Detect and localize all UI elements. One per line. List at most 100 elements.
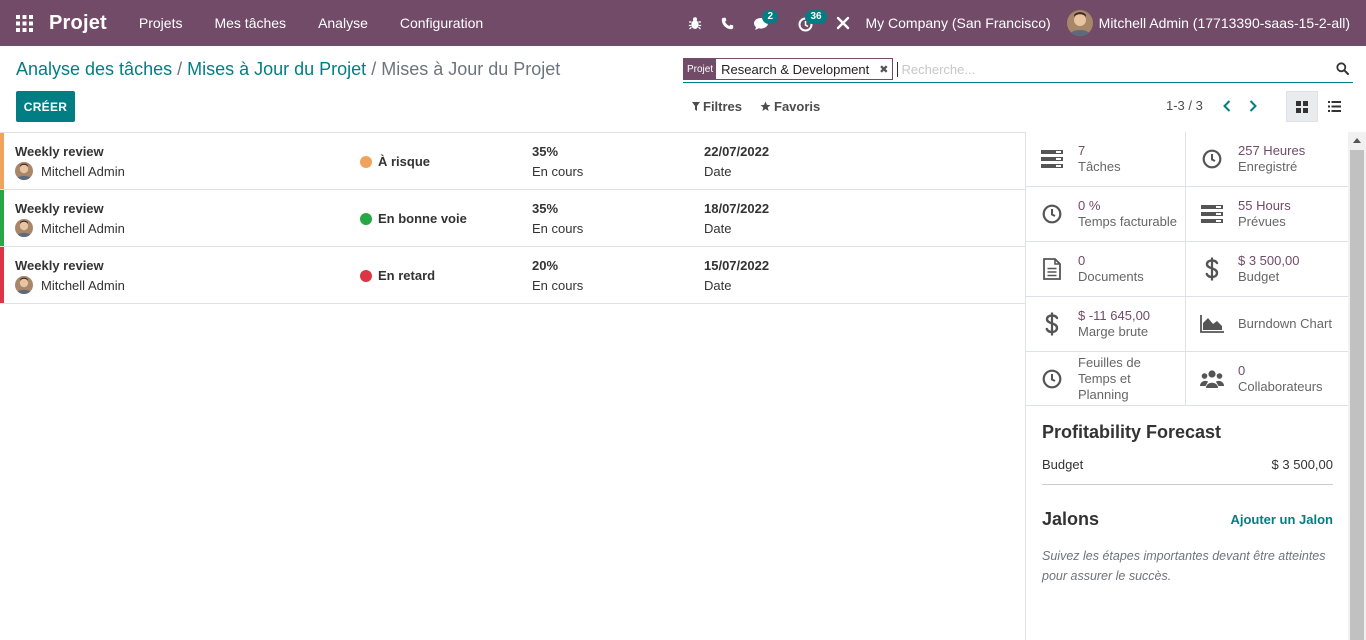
status-label: En bonne voie [378,211,467,226]
breadcrumb: Analyse des tâches / Mises à Jour du Pro… [16,59,560,80]
forecast-budget-label: Budget [1042,457,1084,472]
menu-my-tasks[interactable]: Mes tâches [198,0,302,46]
filters-toggle[interactable]: Filtres [692,99,742,114]
update-status: À risque [360,154,430,169]
breadcrumb-project-updates[interactable]: Mises à Jour du Projet [187,59,366,80]
progress-value: 20% [532,258,559,273]
search-input[interactable] [897,61,1338,77]
profitability-forecast: Profitability Forecast Budget $ 3 500,00 [1026,406,1348,485]
pager-value[interactable]: 1-3 / 3 [1166,98,1203,113]
tasks-icon [1026,150,1078,168]
update-status: En retard [360,268,435,283]
pager-next-icon[interactable] [1249,99,1257,112]
update-row[interactable]: Weekly review Mitchell Admin En bonne vo… [0,190,1025,247]
avatar [15,276,33,294]
progress-label: En cours [532,164,584,179]
forecast-budget-row: Budget $ 3 500,00 [1042,457,1333,485]
tools-icon[interactable] [833,0,853,46]
milestones-section: Jalons Ajouter un Jalon Suivez les étape… [1026,485,1348,586]
favorites-toggle[interactable]: Favoris [760,99,820,114]
update-owner: Mitchell Admin [15,162,125,180]
view-switcher [1286,91,1350,122]
create-button[interactable]: CRÉER [16,91,75,122]
stat-documents[interactable]: 0 Documents [1026,242,1186,297]
stat-recorded-hours[interactable]: 257 Heures Enregistré [1186,132,1348,187]
breadcrumb-task-analysis[interactable]: Analyse des tâches [16,59,172,80]
stat-label: Prévues [1238,214,1286,229]
update-progress: 35% En cours [532,201,583,236]
date-label: Date [704,278,732,293]
search-facet: Projet Research & Development ✖ [683,58,894,80]
company-switcher[interactable]: My Company (San Francisco) [853,15,1066,31]
stat-timesheets-planning[interactable]: Feuilles de Temps et Planning [1026,352,1186,406]
clock-icon [1026,204,1078,224]
update-owner: Mitchell Admin [15,219,125,237]
menu-analysis[interactable]: Analyse [302,0,384,46]
user-menu[interactable]: Mitchell Admin (17713390-saas-15-2-all) [1066,10,1366,36]
clock-icon [1026,369,1078,389]
stat-burndown-chart[interactable]: Burndown Chart [1186,297,1348,352]
top-navbar: Projet Projets Mes tâches Analyse Config… [0,0,1366,46]
filter-icon [692,102,700,111]
menu-projects[interactable]: Projets [123,0,199,46]
owner-name: Mitchell Admin [41,220,125,236]
update-owner: Mitchell Admin [15,276,125,294]
star-icon [760,101,771,111]
stat-label: Feuilles de Temps et Planning [1078,354,1141,402]
apps-menu-icon[interactable] [0,0,48,46]
status-dot [360,155,372,168]
forecast-budget-value: $ 3 500,00 [1271,457,1333,472]
stat-tasks[interactable]: 7 Tâches [1026,132,1186,187]
update-row[interactable]: Weekly review Mitchell Admin En retard 2… [0,247,1025,304]
status-dot [360,212,372,225]
clock-icon [1186,149,1238,169]
stat-label: Marge brute [1078,324,1149,339]
progress-label: En cours [532,278,584,293]
status-bar [0,190,4,246]
stat-budget[interactable]: $ 3 500,00 Budget [1186,242,1348,297]
update-row[interactable]: Weekly review Mitchell Admin À risque 35… [0,133,1025,190]
search-icon[interactable] [1336,62,1349,75]
dollar-icon [1186,257,1238,281]
list-view-icon[interactable] [1318,91,1350,122]
status-bar [0,247,4,303]
dollar-icon [1026,312,1078,336]
stat-value: 0 [1238,362,1246,378]
stat-collaborators[interactable]: 0 Collaborateurs [1186,352,1348,406]
kanban-view-icon[interactable] [1286,91,1318,122]
stat-value: 0 % [1078,198,1101,213]
date-value: 15/07/2022 [704,258,770,273]
messages-icon[interactable]: 2 [743,0,787,46]
status-label: En retard [378,268,436,283]
app-brand[interactable]: Projet [49,12,107,35]
update-title: Weekly review [15,144,104,159]
update-date: 22/07/2022 Date [704,144,769,179]
update-title: Weekly review [15,201,104,216]
update-status: En bonne voie [360,211,467,226]
users-icon [1186,369,1238,389]
add-milestone-link[interactable]: Ajouter un Jalon [1230,512,1333,527]
activities-icon[interactable]: 36 [787,0,833,46]
facet-remove-icon[interactable]: ✖ [873,59,892,79]
scrollbar-thumb[interactable] [1350,150,1364,640]
stat-gross-margin[interactable]: $ -11 645,00 Marge brute [1026,297,1186,352]
pager-previous-icon[interactable] [1222,99,1231,112]
menu-configuration[interactable]: Configuration [384,0,499,46]
milestones-help: Suivez les étapes importantes devant êtr… [1042,549,1326,583]
breadcrumb-current: Mises à Jour du Projet [381,59,561,79]
avatar [15,162,33,180]
user-name: Mitchell Admin (17713390-saas-15-2-all) [1098,15,1350,31]
stat-value: 0 [1078,253,1086,268]
stat-label: Documents [1078,269,1144,284]
stat-billable-time[interactable]: 0 % Temps facturable [1026,187,1186,242]
progress-label: En cours [532,221,584,236]
phone-icon[interactable] [711,0,743,46]
stat-label: Enregistré [1238,159,1298,174]
scroll-up-icon[interactable] [1353,138,1361,143]
forecast-title: Profitability Forecast [1042,422,1222,442]
panel-scrollbar[interactable] [1348,132,1366,640]
stat-planned-hours[interactable]: 55 Hours Prévues [1186,187,1348,242]
date-value: 18/07/2022 [704,201,770,216]
bug-icon[interactable] [679,0,711,46]
date-label: Date [704,164,732,179]
